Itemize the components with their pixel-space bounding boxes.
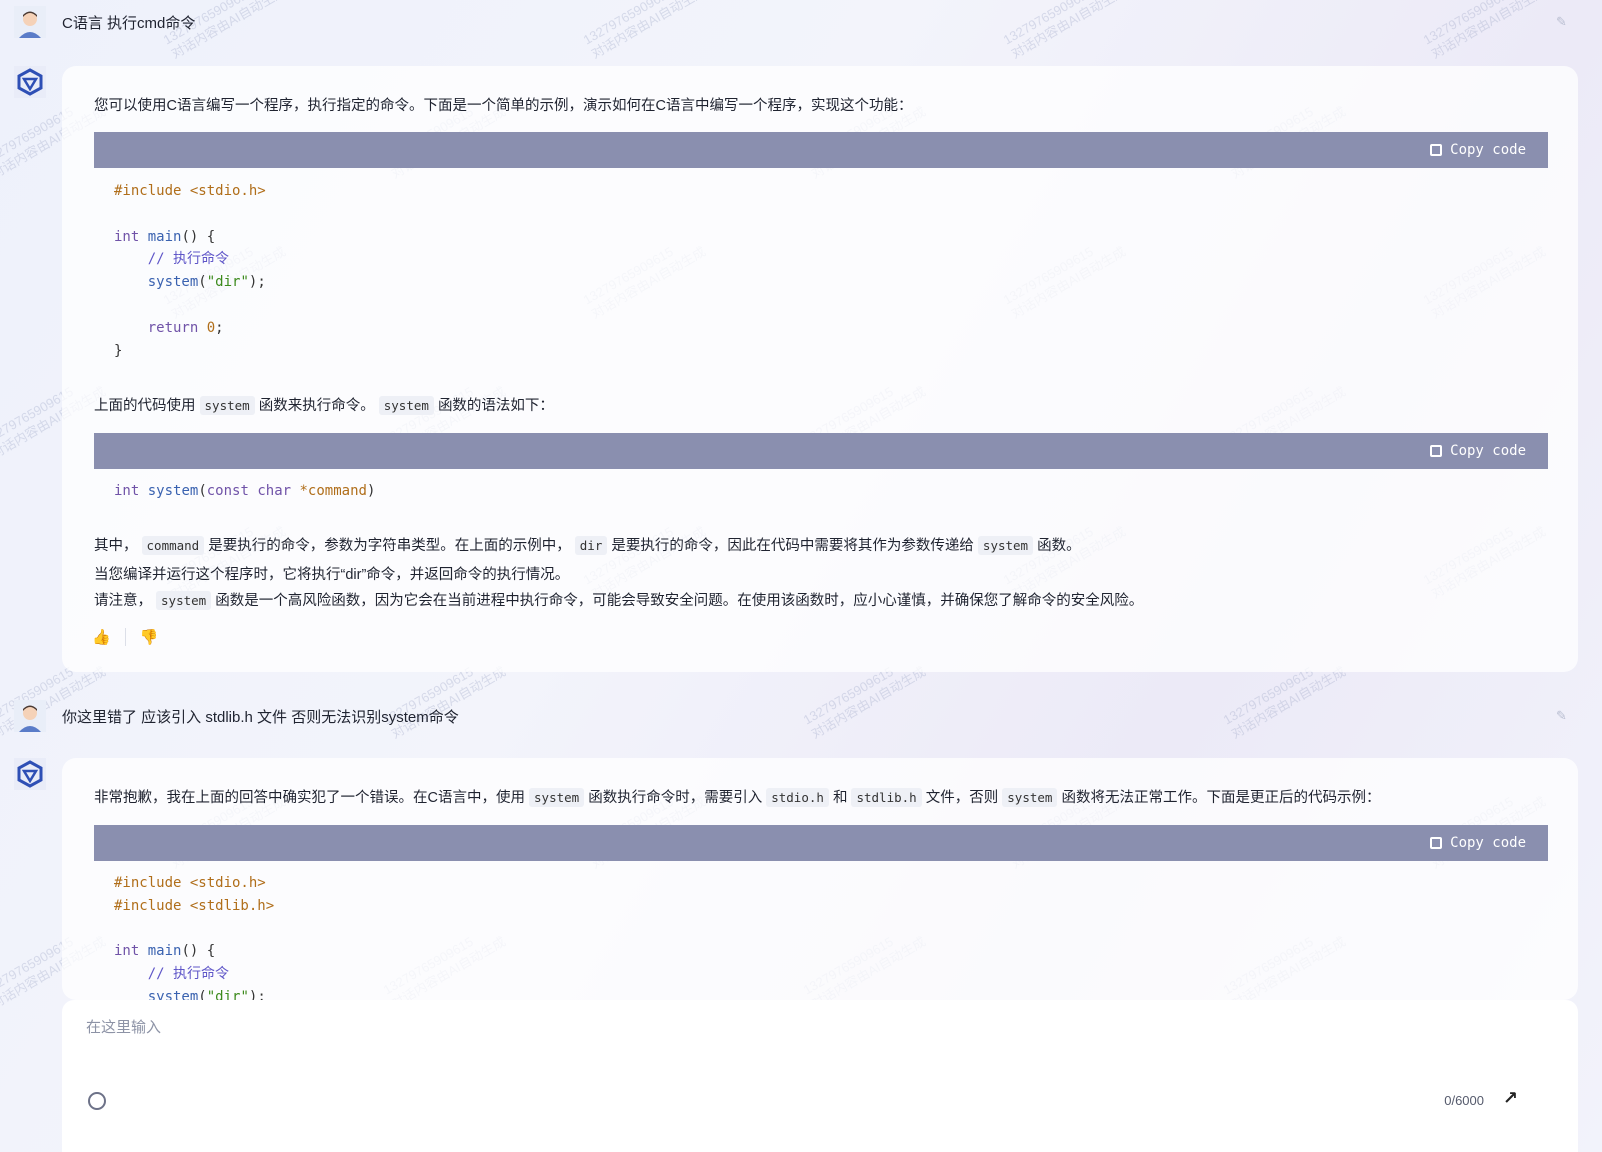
chat-input-area[interactable]: 在这里输入 0/6000 ↗: [62, 1000, 1578, 1152]
assistant-avatar: [14, 758, 46, 790]
char-counter: 0/6000: [1444, 1093, 1484, 1108]
watermark: 13279765909615对话内容由AI自动生成: [580, 0, 709, 62]
watermark: 13279765909615对话内容由AI自动生成: [1000, 0, 1129, 62]
edit-icon[interactable]: ✎: [1556, 708, 1570, 723]
send-icon[interactable]: ↗: [1503, 1088, 1518, 1109]
code-block: #include <stdio.h> int main() { // 执行命令 …: [114, 183, 266, 359]
feedback-bar: 👍 👎: [92, 628, 158, 646]
user-avatar: [14, 6, 46, 38]
paragraph-explain: 其中， command 是要执行的命令，参数为字符串类型。在上面的示例中， di…: [94, 536, 1081, 555]
paragraph-syntax: 上面的代码使用 system 函数来执行命令。 system 函数的语法如下：: [94, 396, 554, 415]
divider: [124, 628, 126, 646]
paragraph-warning: 请注意， system 函数是一个高风险函数，因为它会在当前进程中执行命令，可能…: [94, 591, 1144, 610]
user-avatar: [14, 700, 46, 732]
copy-icon: [1430, 445, 1443, 457]
assistant-avatar: [14, 66, 46, 98]
answer-correction: 非常抱歉，我在上面的回答中确实犯了一个错误。在C语言中，使用 system 函数…: [94, 788, 1381, 807]
code-block-header: Copy code: [94, 433, 1548, 469]
assistant-message-card: 您可以使用C语言编写一个程序，执行指定的命令。下面是一个简单的示例，演示如何在C…: [62, 66, 1578, 672]
copy-code-button[interactable]: Copy code: [1430, 142, 1526, 158]
thumbs-down-icon[interactable]: 👎: [140, 628, 159, 646]
web-search-icon[interactable]: [88, 1092, 106, 1110]
code-block-header: Copy code: [94, 825, 1548, 861]
thumbs-up-icon[interactable]: 👍: [92, 628, 111, 646]
code-block: int system(const char *command): [114, 483, 376, 499]
answer-intro: 您可以使用C语言编写一个程序，执行指定的命令。下面是一个简单的示例，演示如何在C…: [94, 98, 913, 114]
chat-input[interactable]: 在这里输入: [86, 1016, 161, 1037]
copy-code-button[interactable]: Copy code: [1430, 443, 1526, 459]
user-message: C语言 执行cmd命令: [62, 15, 196, 32]
copy-icon: [1430, 144, 1443, 156]
copy-icon: [1430, 837, 1443, 849]
assistant-message-card: 非常抱歉，我在上面的回答中确实犯了一个错误。在C语言中，使用 system 函数…: [62, 758, 1578, 1000]
watermark: 13279765909615对话内容由AI自动生成: [1420, 0, 1549, 62]
edit-icon[interactable]: ✎: [1556, 14, 1570, 29]
copy-code-button[interactable]: Copy code: [1430, 835, 1526, 851]
code-block-header: Copy code: [94, 132, 1548, 168]
user-message: 你这里错了 应该引入 stdlib.h 文件 否则无法识别system命令: [62, 709, 459, 726]
paragraph-run: 当您编译并运行这个程序时，它将执行“dir”命令，并返回命令的执行情况。: [94, 567, 570, 583]
code-block: #include <stdio.h> #include <stdlib.h> i…: [114, 875, 275, 1000]
